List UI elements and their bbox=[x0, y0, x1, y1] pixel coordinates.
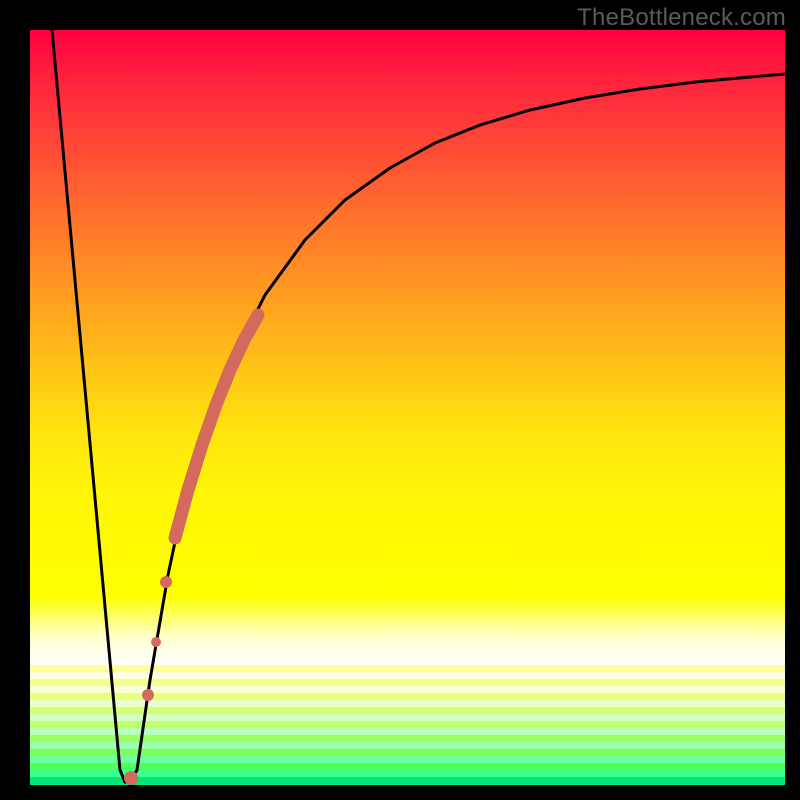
chart-frame: TheBottleneck.com bbox=[0, 0, 800, 800]
highlight-dot bbox=[160, 576, 172, 588]
highlight-dot bbox=[124, 771, 138, 785]
watermark-text: TheBottleneck.com bbox=[577, 4, 786, 32]
highlight-dot bbox=[151, 637, 161, 647]
bottleneck-curve bbox=[52, 30, 785, 782]
plot-area bbox=[30, 30, 785, 785]
highlight-segment bbox=[175, 315, 258, 538]
highlight-dot bbox=[142, 689, 154, 701]
curve-layer bbox=[30, 30, 785, 785]
